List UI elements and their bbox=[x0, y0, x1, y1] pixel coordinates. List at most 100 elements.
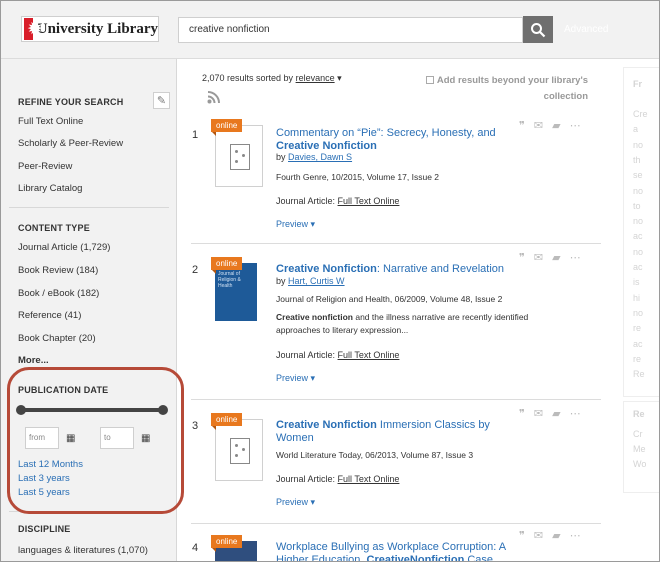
result-number: 4 bbox=[192, 542, 199, 554]
email-icon[interactable]: ✉ bbox=[534, 407, 543, 420]
faded-panel-text: Me bbox=[633, 444, 646, 454]
document-icon bbox=[230, 144, 250, 170]
faded-panel-text: ac bbox=[633, 338, 643, 349]
result-thumbnail[interactable] bbox=[215, 419, 263, 481]
right-info-panel: Fr Cre a no th se no to no ac no ac is hi no re ac re Re Re… bbox=[619, 59, 659, 561]
faded-panel-text: se bbox=[633, 170, 643, 181]
result-title-link[interactable]: Commentary on “Pie”: Secrecy, Honesty, a… bbox=[276, 127, 516, 153]
save-folder-icon[interactable]: ▰ bbox=[552, 407, 560, 420]
result-snippet: Creative nonfiction and the illness narr… bbox=[276, 312, 529, 335]
faded-panel-text: a bbox=[633, 124, 639, 135]
more-options-icon[interactable]: ⋯ bbox=[570, 119, 581, 132]
online-badge: online bbox=[211, 413, 243, 426]
library-logo[interactable]: ✹ University Library bbox=[21, 16, 159, 42]
result-number: 2 bbox=[192, 264, 199, 276]
filter-scholarly-peer-review[interactable]: Scholarly & Peer-Review bbox=[18, 138, 123, 149]
more-options-icon[interactable]: ⋯ bbox=[570, 251, 581, 264]
author-link[interactable]: Davies, Dawn S bbox=[288, 152, 352, 162]
result-number: 1 bbox=[192, 129, 199, 141]
result-actions: ❞ ✉ ▰ ⋯ bbox=[519, 119, 581, 132]
faded-panel-text: Re bbox=[633, 409, 645, 419]
content-type-journal-article[interactable]: Journal Article (1,729) bbox=[18, 242, 110, 253]
full-text-link[interactable]: Full Text Online bbox=[338, 474, 400, 484]
faded-panel-text: Cr bbox=[633, 429, 643, 439]
result-actions: ❞ ✉ ▰ ⋯ bbox=[519, 251, 581, 264]
email-icon[interactable]: ✉ bbox=[534, 251, 543, 264]
cite-quote-icon[interactable]: ❞ bbox=[519, 529, 525, 542]
edit-pencil-icon[interactable]: ✎ bbox=[153, 92, 170, 109]
content-type-reference[interactable]: Reference (41) bbox=[18, 310, 81, 321]
results-count-text: 2,070 results sorted by bbox=[202, 73, 294, 83]
publication-date-highlight bbox=[7, 367, 184, 514]
result-author-line: by Hart, Curtis W bbox=[276, 276, 345, 286]
journal-cover-image[interactable]: Journal of Religion & Health bbox=[215, 263, 257, 321]
preview-toggle[interactable]: Preview ▾ bbox=[276, 373, 315, 384]
faded-panel-text: no bbox=[633, 246, 644, 257]
cite-quote-icon[interactable]: ❞ bbox=[519, 119, 525, 132]
result-meta: Fourth Genre, 10/2015, Volume 17, Issue … bbox=[276, 172, 440, 182]
more-options-icon[interactable]: ⋯ bbox=[570, 529, 581, 542]
filter-full-text-online[interactable]: Full Text Online bbox=[18, 116, 83, 127]
content-type-book-ebook[interactable]: Book / eBook (182) bbox=[18, 288, 99, 299]
email-icon[interactable]: ✉ bbox=[534, 119, 543, 132]
full-text-link[interactable]: Full Text Online bbox=[338, 196, 400, 206]
result-number: 3 bbox=[192, 420, 199, 432]
online-badge: online bbox=[211, 257, 243, 270]
more-options-icon[interactable]: ⋯ bbox=[570, 407, 581, 420]
result-separator bbox=[191, 523, 601, 524]
result-meta: Journal of Religion and Health, 06/2009,… bbox=[276, 294, 503, 304]
logo-text: University Library bbox=[36, 20, 158, 37]
result-actions: ❞ ✉ ▰ ⋯ bbox=[519, 529, 581, 542]
save-folder-icon[interactable]: ▰ bbox=[552, 529, 560, 542]
email-icon[interactable]: ✉ bbox=[534, 529, 543, 542]
result-meta: World Literature Today, 06/2013, Volume … bbox=[276, 450, 474, 460]
preview-toggle[interactable]: Preview ▾ bbox=[276, 219, 315, 230]
result-title-link[interactable]: Workplace Bullying as Workplace Corrupti… bbox=[276, 541, 521, 561]
content-type-book-chapter[interactable]: Book Chapter (20) bbox=[18, 333, 96, 344]
filter-peer-review[interactable]: Peer-Review bbox=[18, 161, 72, 172]
faded-panel-text: no bbox=[633, 307, 644, 318]
discipline-languages-literatures[interactable]: languages & literatures (1,070) bbox=[18, 545, 148, 556]
app-window: ✹ University Library creative nonfiction… bbox=[0, 0, 660, 562]
result-actions: ❞ ✉ ▰ ⋯ bbox=[519, 407, 581, 420]
sort-caret-icon[interactable]: ▾ bbox=[335, 73, 342, 83]
results-panel: 2,070 results sorted by relevance ▾ Add … bbox=[177, 59, 607, 561]
advanced-search-link[interactable]: Advanced bbox=[564, 24, 608, 35]
rss-icon[interactable] bbox=[207, 91, 220, 104]
cite-quote-icon[interactable]: ❞ bbox=[519, 251, 525, 264]
add-results-beyond-checkbox[interactable]: Add results beyond your library's collec… bbox=[423, 73, 588, 105]
search-button[interactable] bbox=[523, 16, 553, 43]
faded-panel-text: no bbox=[633, 216, 644, 227]
faded-panel-text: re bbox=[633, 323, 642, 334]
result-title-link[interactable]: Creative Nonfiction: Narrative and Revel… bbox=[276, 263, 526, 276]
divider bbox=[9, 207, 169, 208]
checkbox-box[interactable] bbox=[425, 76, 434, 84]
cite-quote-icon[interactable]: ❞ bbox=[519, 407, 525, 420]
sort-dropdown[interactable]: relevance bbox=[296, 73, 335, 83]
faded-panel-text: to bbox=[633, 200, 641, 211]
full-text-link[interactable]: Full Text Online bbox=[338, 350, 400, 360]
content-type-book-review[interactable]: Book Review (184) bbox=[18, 265, 98, 276]
refine-heading: REFINE YOUR SEARCH bbox=[18, 97, 124, 107]
faded-panel-text: th bbox=[633, 154, 641, 165]
faded-panel-text: no bbox=[633, 139, 644, 150]
result-author-line: by Davies, Dawn S bbox=[276, 152, 353, 162]
discipline-heading: DISCIPLINE bbox=[18, 524, 71, 534]
header-bar: ✹ University Library creative nonfiction… bbox=[1, 1, 659, 59]
filter-library-catalog[interactable]: Library Catalog bbox=[18, 183, 82, 194]
faded-panel-text: Wo bbox=[633, 459, 647, 469]
result-title-link[interactable]: Creative Nonfiction Immersion Classics b… bbox=[276, 419, 506, 445]
result-thumbnail[interactable] bbox=[215, 125, 263, 187]
author-link[interactable]: Hart, Curtis W bbox=[288, 276, 345, 286]
save-folder-icon[interactable]: ▰ bbox=[552, 251, 560, 264]
more-content-types-link[interactable]: More... bbox=[18, 355, 49, 366]
result-separator bbox=[191, 399, 601, 400]
result-separator bbox=[191, 243, 601, 244]
online-badge: online bbox=[211, 119, 243, 132]
search-input[interactable]: creative nonfiction bbox=[178, 17, 523, 43]
faded-panel-text: ac bbox=[633, 231, 643, 242]
result-type: Journal Article: Full Text Online bbox=[276, 350, 400, 360]
save-folder-icon[interactable]: ▰ bbox=[552, 119, 560, 132]
preview-toggle[interactable]: Preview ▾ bbox=[276, 497, 315, 508]
faded-panel-text: Fr bbox=[633, 79, 642, 89]
